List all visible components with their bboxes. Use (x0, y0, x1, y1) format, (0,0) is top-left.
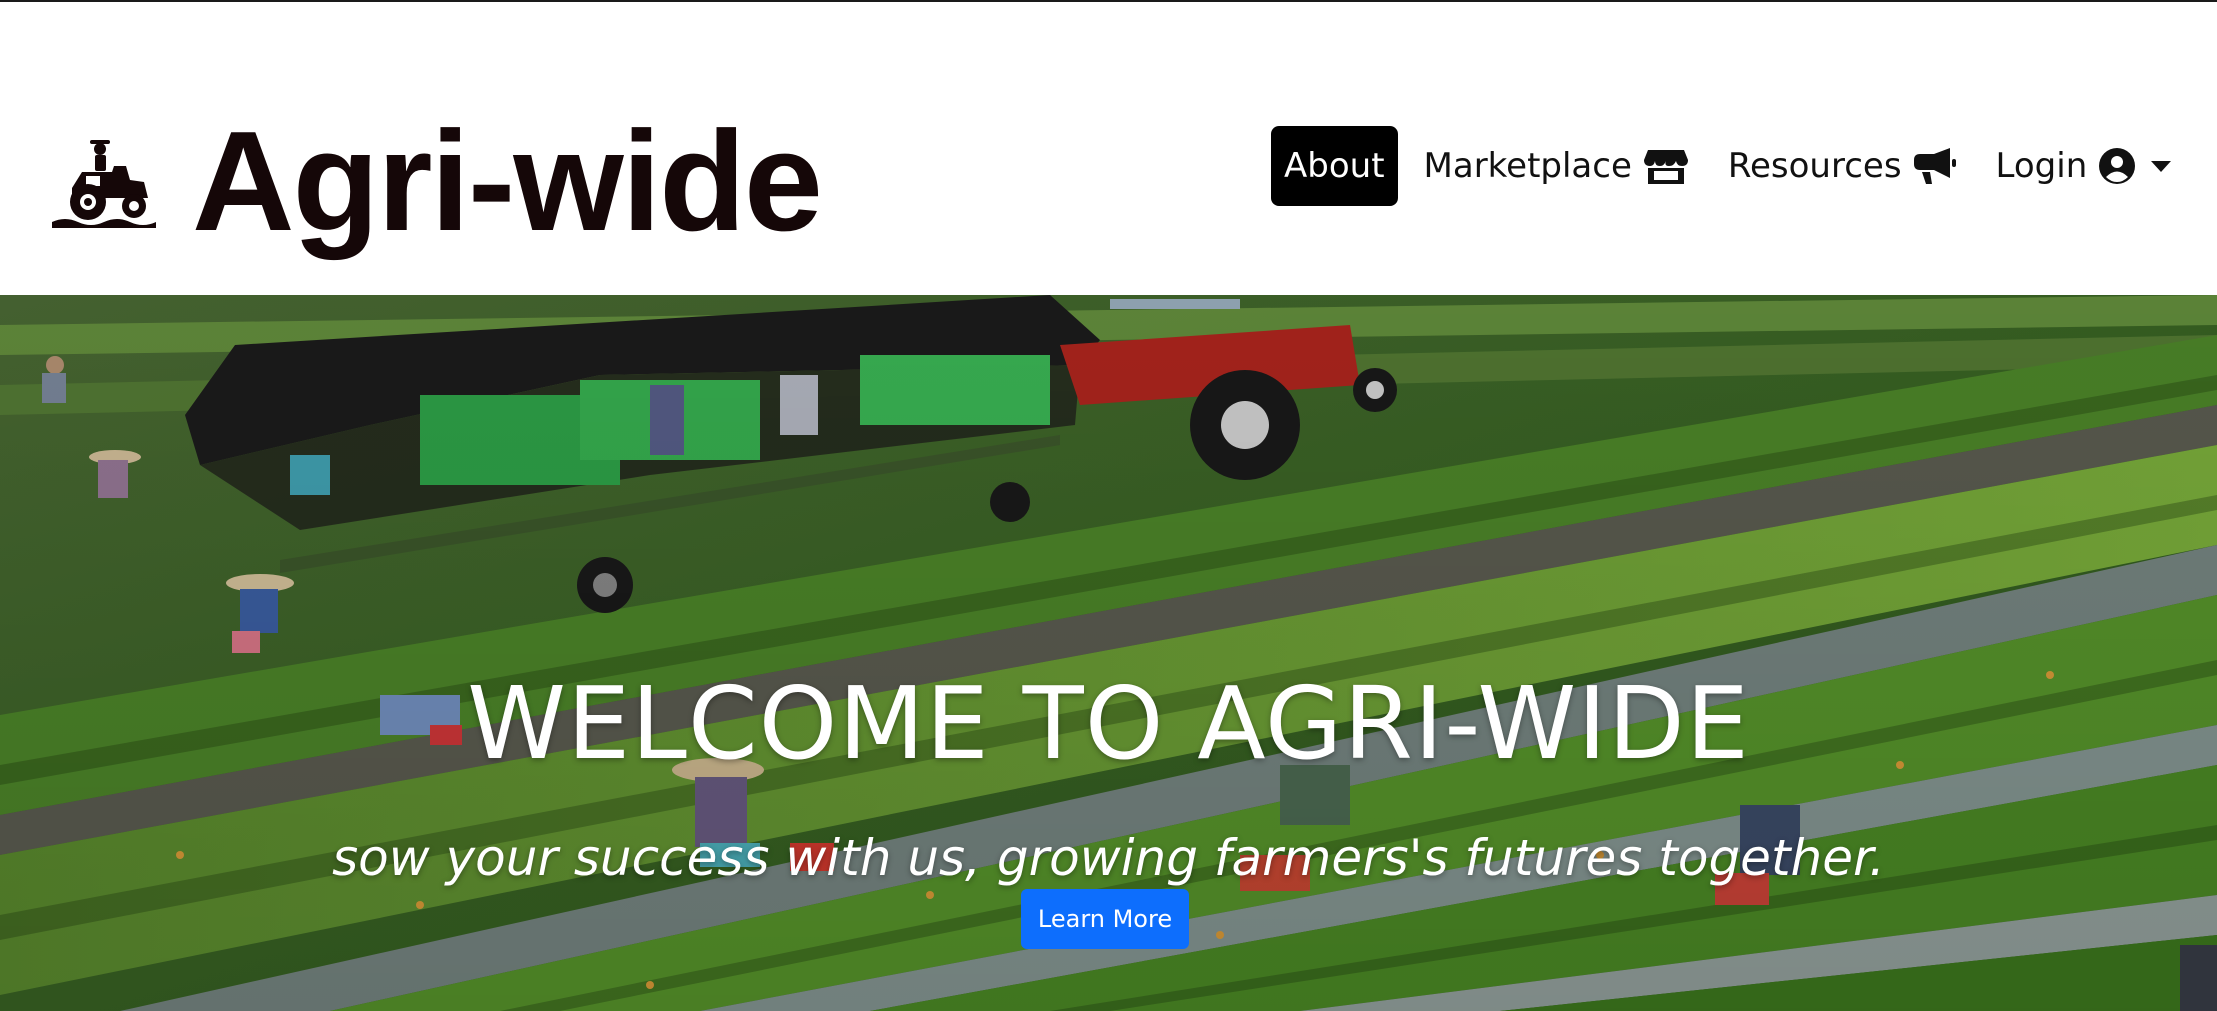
nav-login-dropdown[interactable]: Login (1982, 126, 2186, 206)
nav-resources-label: Resources (1727, 146, 1902, 186)
navbar: Agri-wide About Marketplace Resources Lo… (0, 2, 2217, 295)
brand-logo-link[interactable]: Agri-wide (52, 102, 823, 261)
learn-more-button[interactable]: Learn More (1021, 889, 1189, 949)
brand-name: Agri-wide (192, 102, 823, 261)
megaphone-icon (1913, 148, 1956, 184)
nav-marketplace[interactable]: Marketplace (1410, 126, 1702, 206)
nav-login-label: Login (1995, 146, 2088, 186)
store-icon (1643, 148, 1688, 184)
nav-resources[interactable]: Resources (1714, 126, 1970, 206)
nav-about[interactable]: About (1271, 126, 1398, 206)
main-nav: About Marketplace Resources Login (1271, 126, 2185, 206)
hero-subtitle: sow your success with us, growing farmer… (332, 829, 1885, 887)
hero-title: WELCOME TO AGRI-WIDE (467, 665, 1750, 782)
user-circle-icon (2099, 148, 2136, 184)
tractor-farmer-icon (52, 140, 156, 228)
chevron-down-icon (2151, 160, 2172, 172)
hero-section: WELCOME TO AGRI-WIDE sow your success wi… (0, 295, 2217, 1011)
nav-marketplace-label: Marketplace (1423, 146, 1632, 186)
nav-about-label: About (1284, 146, 1385, 186)
